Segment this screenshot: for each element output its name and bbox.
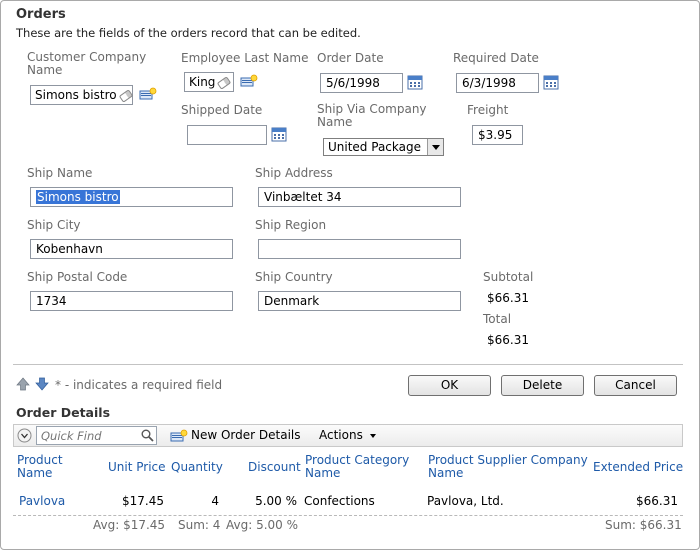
calendar-icon[interactable] (543, 74, 559, 90)
ship-postal-code-input[interactable]: 1734 (30, 291, 233, 311)
ship-name-input[interactable]: Simons bistro (30, 187, 233, 207)
arrow-down-icon[interactable] (35, 377, 49, 391)
cell-product-supplier-company-name: Pavlova, Ltd. (427, 494, 504, 508)
required-date-label: Required Date (453, 51, 539, 65)
customer-company-name-label: Customer Company Name (27, 50, 147, 77)
ship-country-label: Ship Country (255, 270, 333, 284)
order-date-label: Order Date (317, 51, 384, 65)
cell-unit-price: $17.45 (122, 494, 164, 508)
subtotal-label: Subtotal (483, 270, 534, 284)
column-header-product-supplier-company-name[interactable]: Product Supplier Company Name (428, 454, 588, 480)
total-value: $66.31 (487, 333, 529, 347)
delete-button[interactable]: Delete (501, 375, 584, 396)
subtotal-value: $66.31 (487, 291, 529, 305)
cell-product-category-name: Confections (304, 494, 375, 508)
cancel-button[interactable]: Cancel (594, 375, 677, 396)
footer-quantity-sum: Sum: 4 (178, 518, 221, 532)
ship-name-label: Ship Name (27, 166, 93, 180)
required-field-note: * - indicates a required field (55, 378, 223, 392)
new-order-details-button[interactable]: New Order Details (191, 428, 301, 442)
details-title: Order Details (16, 405, 111, 420)
cell-product-name[interactable]: Pavlova (19, 494, 65, 508)
ship-address-label: Ship Address (255, 166, 333, 180)
ship-city-label: Ship City (27, 218, 81, 232)
ship-region-input[interactable] (258, 239, 461, 259)
ship-postal-code-label: Ship Postal Code (27, 270, 128, 284)
ship-address-input[interactable]: Vinbæltet 34 (258, 187, 461, 207)
required-date-input[interactable]: 6/3/1998 (456, 73, 539, 93)
new-customer-icon[interactable] (139, 87, 157, 101)
ship-via-value: United Package (328, 140, 421, 154)
footer-unit-price-avg: Avg: $17.45 (93, 518, 166, 532)
cell-discount: 5.00 % (255, 494, 297, 508)
actions-menu[interactable]: Actions (319, 428, 376, 442)
collapse-icon[interactable] (17, 428, 32, 443)
ship-via-label: Ship Via Company Name (317, 102, 427, 129)
caret-down-icon (369, 433, 376, 438)
ship-region-label: Ship Region (255, 218, 327, 232)
table-row[interactable]: Pavlova $17.45 4 5.00 % Confections Pavl… (13, 487, 683, 513)
calendar-icon[interactable] (271, 126, 287, 142)
quick-find-box[interactable] (36, 426, 157, 445)
clear-lookup-icon[interactable] (118, 88, 133, 103)
freight-input[interactable]: $3.95 (472, 125, 523, 145)
employee-last-name-value: King (189, 75, 216, 89)
customer-company-name-value: Simons bistro (35, 88, 117, 102)
calendar-icon[interactable] (407, 74, 423, 90)
form-separator (13, 364, 683, 365)
customer-company-name-lookup[interactable]: Simons bistro (30, 85, 133, 105)
ship-name-value: Simons bistro (36, 190, 120, 204)
grid-footer-separator (13, 515, 683, 516)
freight-label: Freight (467, 103, 509, 117)
shipped-date-input[interactable] (187, 125, 267, 145)
employee-last-name-lookup[interactable]: King (184, 72, 234, 92)
actions-label: Actions (319, 428, 363, 442)
footer-discount-avg: Avg: 5.00 % (226, 518, 299, 532)
footer-extended-price-sum: Sum: $66.31 (605, 518, 682, 532)
column-header-quantity[interactable]: Quantity (171, 461, 223, 474)
ship-city-input[interactable]: Kobenhavn (30, 239, 233, 259)
clear-lookup-icon[interactable] (217, 75, 232, 90)
employee-last-name-label: Employee Last Name (181, 51, 309, 65)
cell-extended-price: $66.31 (636, 494, 678, 508)
total-label: Total (483, 312, 512, 326)
ok-button[interactable]: OK (408, 375, 491, 396)
ship-country-input[interactable]: Denmark (258, 291, 461, 311)
details-toolbar: New Order Details Actions (13, 424, 683, 447)
search-icon[interactable] (141, 429, 154, 442)
form-description: These are the fields of the orders recor… (16, 26, 361, 40)
chevron-down-icon[interactable] (427, 139, 443, 155)
quick-find-input[interactable] (37, 427, 137, 444)
column-header-unit-price[interactable]: Unit Price (108, 461, 166, 474)
new-employee-icon[interactable] (240, 74, 258, 88)
order-date-input[interactable]: 5/6/1998 (320, 73, 403, 93)
column-header-discount[interactable]: Discount (248, 461, 301, 474)
column-header-extended-price[interactable]: Extended Price (593, 461, 683, 474)
column-header-product-name[interactable]: Product Name (17, 454, 92, 480)
column-header-product-category-name[interactable]: Product Category Name (305, 454, 415, 480)
new-record-icon[interactable] (170, 429, 188, 443)
arrow-up-icon[interactable] (16, 377, 30, 391)
shipped-date-label: Shipped Date (181, 103, 263, 117)
ship-via-select[interactable]: United Package (323, 138, 444, 156)
form-title: Orders (16, 7, 66, 22)
cell-quantity: 4 (211, 494, 219, 508)
